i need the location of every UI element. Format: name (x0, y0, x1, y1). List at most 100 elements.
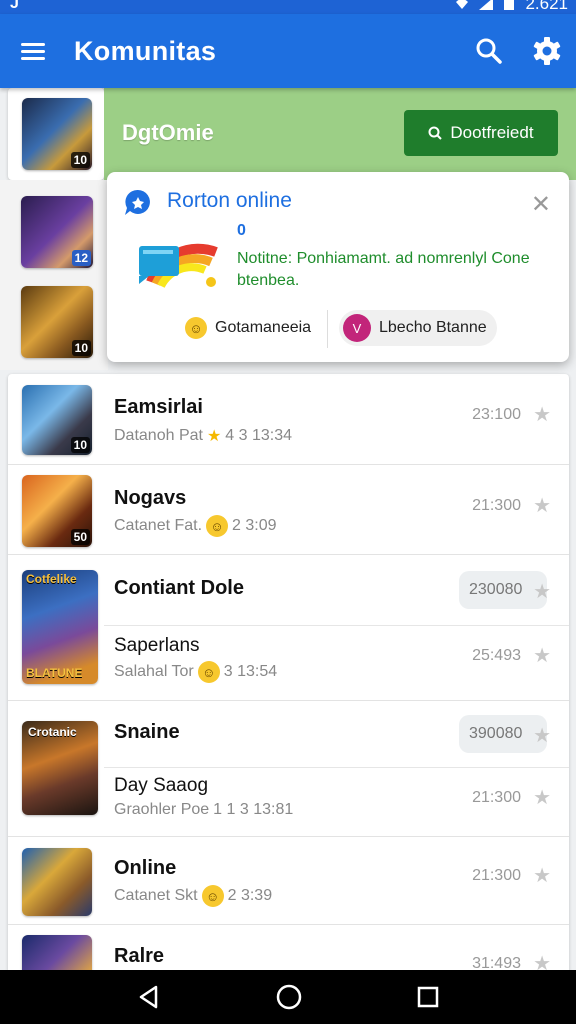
item-subtitle: Catanet Skt ☺ 2 3:39 (114, 885, 272, 907)
item-subtitle-text: Graohler Poe (114, 801, 210, 818)
item-subtitle: Catanet Fat. ☺ 2 3:09 (114, 515, 277, 537)
settings-button[interactable] (518, 14, 576, 88)
item-value: 21:300 (472, 497, 521, 514)
wifi-icon (456, 0, 469, 9)
favorite-star-icon[interactable]: ★ (533, 723, 551, 748)
rainbow-chat-icon (139, 243, 218, 288)
game-thumbnail: 10 (22, 385, 92, 455)
favorite-star-icon[interactable]: ★ (533, 579, 551, 604)
featured-action-button[interactable]: Dootfreiedt (404, 110, 558, 156)
thumbnail-badge: 10 (71, 340, 91, 356)
divider (327, 310, 328, 348)
battery-icon (504, 0, 515, 10)
list-item[interactable]: Online Catanet Skt ☺ 2 3:39 21:300 ★ (8, 837, 569, 925)
emoji-icon: ☺ (197, 661, 220, 683)
item-title: Contiant Dole (114, 577, 244, 599)
game-thumbnail: 10 (22, 98, 92, 170)
game-thumbnail[interactable]: 10 (21, 286, 93, 358)
game-thumbnail (22, 848, 92, 916)
divider (104, 767, 569, 768)
featured-row: 10 DgtOmie Dootfreiedt (0, 88, 576, 180)
home-icon[interactable] (275, 983, 303, 1011)
status-icons: 2.621 (455, 0, 568, 13)
item-title: Online (114, 857, 177, 879)
back-icon[interactable] (136, 984, 162, 1010)
item-subtitle-value: 4 3 13:34 (225, 427, 293, 444)
featured-action-label: Dootfreiedt (450, 123, 534, 142)
emoji-icon: ☺ (201, 885, 224, 907)
item-value: 25:493 (472, 647, 521, 664)
status-bar: J 2.621 (0, 0, 576, 14)
status-time: 2.621 (525, 0, 568, 13)
page-title: Komunitas (74, 35, 217, 66)
item-subtitle-value: 2 3:09 (232, 517, 277, 534)
thumbnail-badge: 10 (70, 152, 90, 168)
featured-title: DgtOmie (122, 120, 214, 145)
popup-button-left-label: Gotamaneeia (215, 319, 312, 336)
item-title: Ralre (114, 945, 165, 967)
item-subtitle: Salahal Tor ☺ 3 13:54 (114, 661, 277, 683)
search-icon (476, 38, 502, 64)
item-subtitle-text: Catanet Skt (114, 887, 198, 904)
list-item[interactable]: Cotfelike BLATUNE Contiant Dole 230080 ★… (8, 555, 569, 701)
list-item[interactable]: Ralre 31:493 ★ (8, 925, 569, 974)
cover-title-top: Cotfelike (26, 572, 77, 586)
popup-button-left[interactable]: ☺ Gotamaneeia (185, 310, 311, 346)
item-title: Eamsirlai (114, 396, 203, 418)
signal-icon (479, 0, 494, 10)
list-item[interactable]: Crotanic Snaine 390080 ★ Day Saaog Graoh… (8, 701, 569, 837)
cover-title-bottom: BLATUNE (26, 666, 83, 680)
emoji-icon: ☺ (206, 515, 229, 537)
item-value: 21:300 (472, 789, 521, 806)
list-item[interactable]: 10 Eamsirlai Datanoh Pat ★ 4 3 13:34 23:… (8, 374, 569, 465)
thumbnail-badge: 12 (71, 250, 91, 266)
list-item[interactable]: 50 Nogavs Catanet Fat. ☺ 2 3:09 21:300 ★ (8, 465, 569, 555)
game-thumbnail (22, 935, 92, 974)
favorite-star-icon[interactable]: ★ (533, 402, 551, 427)
favorite-star-icon[interactable]: ★ (533, 863, 551, 888)
popup-message: Notitne: Ponhiamamt. ad nomrenlyl Cone b… (237, 250, 530, 289)
item-subtitle-value: 1 1 3 13:81 (213, 801, 294, 818)
item-value: 23:100 (472, 406, 521, 423)
item-value: 21:300 (472, 867, 521, 884)
item-subtitle-text: Datanoh Pat (114, 427, 203, 444)
recents-icon[interactable] (416, 985, 440, 1009)
item-subtitle-value: 2 3:39 (227, 887, 273, 904)
item-subtitle: Graohler Poe 1 1 3 13:81 (114, 801, 293, 819)
system-nav-bar (0, 970, 576, 1024)
game-thumbnail: 50 (22, 475, 92, 547)
item-subtitle-text: Salahal Tor (114, 663, 194, 680)
thumbnail-badge: 10 (70, 437, 90, 453)
featured-card[interactable]: 10 (8, 88, 104, 180)
favorite-star-icon[interactable]: ★ (533, 493, 551, 518)
favorite-star-icon[interactable]: ★ (533, 785, 551, 810)
avatar-icon: V (343, 314, 371, 342)
item-subtitle-title: Saperlans (114, 635, 200, 656)
search-icon (428, 126, 443, 140)
game-thumbnail: Crotanic (22, 721, 98, 815)
status-notification: J (10, 0, 19, 12)
cover-title-top: Crotanic (28, 725, 77, 739)
side-thumbnails: 12 10 (0, 180, 108, 370)
close-icon[interactable]: ✕ (531, 190, 551, 219)
game-thumbnail[interactable]: 12 (21, 196, 93, 268)
popup-button-right-label: Lbecho Btanne (379, 319, 487, 336)
item-subtitle-text: Catanet Fat. (114, 517, 203, 534)
app-bar: Komunitas (0, 14, 576, 88)
item-subtitle: Datanoh Pat ★ 4 3 13:34 (114, 426, 292, 446)
star-filled-icon: ★ (206, 428, 222, 445)
item-title: Nogavs (114, 487, 187, 509)
item-subtitle-value: 3 13:54 (223, 663, 278, 680)
notification-popup: Rorton online ✕ 0 Notitne: Ponhiamamt. a… (107, 172, 569, 362)
favorite-star-icon[interactable]: ★ (533, 643, 551, 668)
divider (104, 625, 569, 626)
search-button[interactable] (460, 14, 518, 88)
game-list: 10 Eamsirlai Datanoh Pat ★ 4 3 13:34 23:… (8, 374, 569, 974)
menu-icon (21, 39, 45, 64)
gear-icon (533, 37, 561, 65)
popup-button-right[interactable]: V Lbecho Btanne (339, 310, 497, 346)
item-subtitle-title: Day Saaog (114, 775, 209, 796)
menu-button[interactable] (0, 14, 66, 88)
emoji-icon: ☺ (185, 317, 207, 339)
featured-banner: DgtOmie Dootfreiedt (104, 88, 576, 180)
